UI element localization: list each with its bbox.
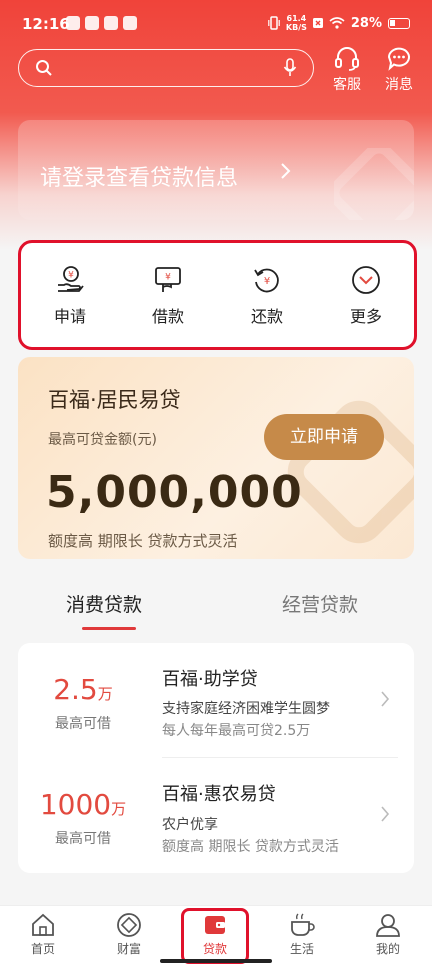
notification-icons [66,16,137,30]
chat-bubble-icon [387,47,410,71]
list-item[interactable]: 1000万 最高可借 百福·惠农易贷 农户优享 额度高 期限长 贷款方式灵活 [18,758,414,873]
chevron-right-icon [281,163,291,179]
more-icon [352,266,380,294]
customer-service-label: 客服 [333,77,361,93]
quick-more[interactable]: 更多 [326,265,406,327]
product-list: 2.5万 最高可借 百福·助学贷 支持家庭经济困难学生圆梦 每人每年最高可贷2.… [18,643,414,873]
quick-more-label: 更多 [349,307,382,326]
loan-type-tabs: 消费贷款 经营贷款 [0,580,432,630]
wealth-icon [117,913,141,937]
app-notification-icon [104,16,118,30]
apply-now-button[interactable]: 立即申请 [264,414,384,460]
quick-borrow-label: 借款 [151,307,184,326]
promo-subtitle: 最高可贷金额(元) [48,432,157,448]
search-icon [36,60,52,76]
list-item[interactable]: 2.5万 最高可借 百福·助学贷 支持家庭经济困难学生圆梦 每人每年最高可贷2.… [18,643,414,758]
svg-text:¥: ¥ [165,273,171,283]
product-amount-caption: 最高可借 [55,716,111,732]
tab-consumer-loan[interactable]: 消费贷款 [66,590,142,617]
promo-title: 百福·居民易贷 [48,388,181,412]
message-label: 消息 [385,77,413,93]
home-icon [32,913,54,936]
quick-repay-label: 还款 [250,307,283,326]
product-name: 百福·助学贷 [162,669,258,690]
nav-home[interactable]: 首页 [13,912,73,957]
nav-home-label: 首页 [30,942,55,956]
product-desc: 农户优享 [162,817,218,833]
net-speed: 61.4 KB/S [285,14,307,32]
product-desc-secondary: 每人每年最高可贷2.5万 [162,723,311,739]
signal-off-icon [312,18,323,28]
system-status: 61.4 KB/S 28% [268,14,410,32]
login-prompt: 请登录查看贷款信息 [40,166,239,191]
quick-apply-label: 申请 [53,307,86,326]
product-name: 百福·惠农易贷 [162,784,276,805]
svg-text:¥: ¥ [264,276,270,287]
bank-logo-watermark [334,148,414,220]
status-bar: 12:16 61.4 KB/S 28% [0,0,432,50]
nav-profile-label: 我的 [375,942,400,956]
nav-wealth-label: 财富 [116,942,141,956]
product-amount-caption: 最高可借 [55,831,111,847]
login-card[interactable]: 请登录查看贷款信息 [18,120,414,220]
product-max-amount: 2.5万 [53,673,113,706]
apply-icon: ¥ [58,266,84,292]
svg-text:¥: ¥ [68,271,74,281]
quick-repay[interactable]: ¥ 还款 [227,265,307,327]
repay-icon: ¥ [254,268,279,293]
app-notification-icon [123,16,137,30]
status-time: 12:16 [22,15,70,33]
tab-business-loan[interactable]: 经营贷款 [282,590,358,617]
promo-features: 额度高 期限长 贷款方式灵活 [48,532,238,550]
nav-highlight-box [181,908,249,964]
active-tab-indicator [82,627,136,630]
nav-wealth[interactable]: 财富 [99,912,159,957]
promo-card[interactable]: 百福·居民易贷 最高可贷金额(元) 5,000,000 额度高 期限长 贷款方式… [18,357,414,559]
quick-actions-panel: ¥ 申请 ¥ 借款 ¥ 还款 更多 [18,240,417,350]
battery-icon [388,17,410,29]
tiktok-icon [66,16,80,30]
search-bar[interactable] [18,49,314,87]
borrow-icon: ¥ [155,267,181,292]
chevron-right-icon [381,691,390,707]
profile-icon [376,914,400,937]
nav-profile[interactable]: 我的 [358,912,418,957]
message-button[interactable]: 消息 [377,46,421,94]
nav-life[interactable]: 生活 [272,912,332,957]
gesture-bar [160,959,272,963]
headset-icon [335,47,359,71]
chevron-right-icon [381,806,390,822]
promo-amount: 5,000,000 [46,467,303,518]
wifi-icon [329,17,345,29]
product-max-amount: 1000万 [39,788,127,821]
life-icon [291,913,315,936]
product-desc: 支持家庭经济困难学生圆梦 [162,701,330,717]
product-desc-secondary: 额度高 期限长 贷款方式灵活 [162,839,339,855]
quick-borrow[interactable]: ¥ 借款 [128,265,208,327]
vibrate-icon [268,16,280,30]
nav-life-label: 生活 [289,942,314,956]
microphone-icon[interactable] [283,58,297,78]
app-notification-icon [85,16,99,30]
battery-text: 28% [350,15,382,31]
quick-apply[interactable]: ¥ 申请 [30,265,110,327]
customer-service-button[interactable]: 客服 [325,46,369,94]
